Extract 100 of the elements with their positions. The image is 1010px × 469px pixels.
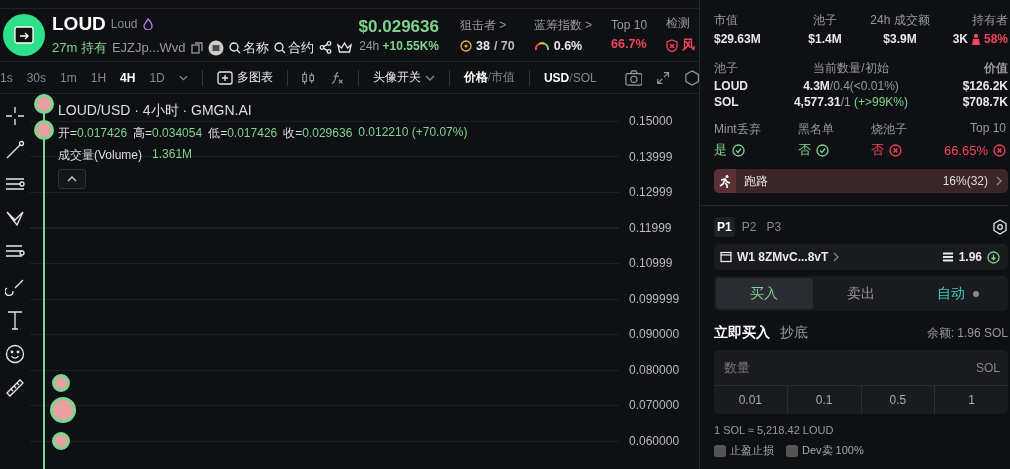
- search-link[interactable]: 名称: [228, 38, 269, 57]
- share-icon[interactable]: [318, 41, 332, 55]
- avatar-marker[interactable]: [34, 94, 54, 114]
- stat-value: $3.9M: [882, 32, 918, 46]
- chevron-right-icon: [996, 176, 1002, 186]
- crosshair-icon[interactable]: [5, 106, 25, 126]
- pool-value: $708.7K: [961, 95, 1008, 109]
- ruler-icon[interactable]: [5, 378, 25, 398]
- avatar-toggle-dropdown[interactable]: 头像开关: [372, 69, 435, 87]
- toggle-option[interactable]: SOL: [572, 70, 597, 85]
- smiley-icon[interactable]: [5, 344, 25, 364]
- search-link[interactable]: 合约: [273, 38, 314, 57]
- check-label: 黑名单: [797, 121, 834, 138]
- column-header: 池子: [714, 60, 739, 77]
- expand-icon[interactable]: [656, 69, 671, 86]
- flame-icon: [142, 17, 153, 30]
- quick-amount-button[interactable]: 0.1: [787, 386, 862, 414]
- stat-label: 市值: [714, 12, 739, 29]
- list-icon[interactable]: [207, 39, 224, 56]
- quick-amount-button[interactable]: 0.5: [861, 386, 936, 414]
- function-icon[interactable]: [329, 69, 344, 86]
- interval-tab[interactable]: 1D: [149, 70, 165, 85]
- toggle-option[interactable]: USD: [543, 70, 570, 85]
- quick-amount-button[interactable]: 0.01: [714, 386, 788, 414]
- trendline-icon[interactable]: [5, 140, 25, 160]
- pool-token: SOL: [714, 95, 740, 109]
- interval-tab[interactable]: 30s: [26, 70, 47, 85]
- person-icon: [970, 33, 981, 45]
- avatar-marker[interactable]: [52, 432, 70, 450]
- chevron-down-icon[interactable]: [178, 74, 188, 81]
- axis-label: 0.090000: [629, 327, 680, 341]
- preset-tab[interactable]: P3: [763, 217, 785, 237]
- interval-tab[interactable]: 1m: [60, 70, 77, 85]
- collapse-button[interactable]: [58, 169, 86, 189]
- trade-tab[interactable]: 卖出: [812, 278, 910, 309]
- metric-label[interactable]: 蓝筹指数 >: [533, 16, 593, 34]
- metric-total: / 70: [493, 38, 515, 53]
- toggle-option[interactable]: 价格: [463, 69, 488, 87]
- avatar-marker[interactable]: [34, 120, 54, 140]
- axis-label: 0.12999: [629, 185, 673, 199]
- preset-tab[interactable]: P2: [738, 217, 760, 237]
- option-checkbox[interactable]: Dev卖 100%: [786, 443, 864, 458]
- metric-label[interactable]: 狙击者 >: [459, 16, 515, 34]
- option-checkbox[interactable]: 止盈止损: [714, 443, 774, 458]
- stat-label: 持有者: [971, 12, 1008, 29]
- rug-bar[interactable]: 跑路 16%(32): [714, 169, 1008, 193]
- axis-label: 0.080000: [629, 362, 680, 377]
- search-icon: [273, 41, 286, 54]
- text-icon[interactable]: [5, 310, 25, 330]
- axis-label: 0.13999: [629, 149, 673, 164]
- check-label: Mint丢弃: [714, 121, 761, 138]
- metric-value: 0.6%: [553, 38, 583, 53]
- status-dot: [972, 290, 979, 297]
- pool-amount: 4.3M/0.4(<0.01%): [802, 79, 900, 93]
- metric-label[interactable]: Top 10: [611, 18, 648, 33]
- check-label: Top 10: [968, 121, 1006, 137]
- check-value: 否: [797, 141, 811, 159]
- unit-label: SOL: [976, 360, 1000, 375]
- avatar-marker[interactable]: [52, 374, 70, 392]
- interval-tab[interactable]: 1s: [0, 70, 13, 85]
- volume-value: 1.361M: [152, 147, 193, 163]
- interval-tab[interactable]: 4H: [120, 70, 136, 85]
- chart-title: LOUD/USD · 4小时 · GMGN.AI: [58, 102, 253, 120]
- toggle-option[interactable]: 市值: [491, 69, 516, 87]
- camera-icon[interactable]: [624, 68, 643, 87]
- chevron-up-icon: [67, 176, 77, 182]
- amount-field[interactable]: 数量: [722, 359, 976, 376]
- preset-tab[interactable]: P1: [714, 217, 735, 237]
- running-person-icon: [718, 174, 732, 188]
- settings-icon[interactable]: [684, 68, 699, 87]
- order-type-tab[interactable]: 抄底: [780, 324, 808, 342]
- order-type-tab[interactable]: 立即买入: [714, 324, 770, 342]
- trade-tab[interactable]: 买入: [716, 278, 813, 309]
- interval-tab[interactable]: 1H: [90, 70, 107, 85]
- price-change: 24h +10.55K%: [359, 38, 439, 53]
- copy-icon[interactable]: [190, 41, 203, 54]
- multi-chart-button[interactable]: 多图表: [216, 69, 273, 87]
- token-age: 27m 持有: [52, 38, 107, 57]
- token-symbol: LOUD: [52, 12, 106, 35]
- axis-label: 0.11999: [629, 220, 672, 235]
- token-name: Loud: [110, 16, 138, 31]
- solana-icon: [941, 252, 954, 262]
- avatar-marker[interactable]: [50, 397, 76, 423]
- check-value: 否: [870, 141, 884, 159]
- stat-value: $29.63M: [714, 32, 762, 46]
- axis-label: 0.060000: [629, 433, 680, 448]
- download-circle-icon: [987, 250, 1000, 264]
- candles-icon[interactable]: [301, 69, 316, 86]
- crown-icon[interactable]: [336, 41, 352, 55]
- metric-label[interactable]: 检测: [666, 15, 696, 33]
- ohlc-value: 开=0.017426: [58, 125, 128, 142]
- wallet-selector[interactable]: W1 8ZMvC...8vT 1.96: [714, 244, 1008, 270]
- quick-amount-button[interactable]: 1: [935, 386, 1008, 414]
- check-value: 是: [714, 141, 727, 159]
- chevron-right-icon: [833, 252, 840, 262]
- stat-label: 24h 成交额: [869, 12, 931, 29]
- slash-separator: /: [569, 70, 573, 85]
- trade-tab[interactable]: 自动: [909, 278, 1006, 309]
- target-icon: [459, 39, 472, 52]
- column-header: 价值: [983, 60, 1008, 77]
